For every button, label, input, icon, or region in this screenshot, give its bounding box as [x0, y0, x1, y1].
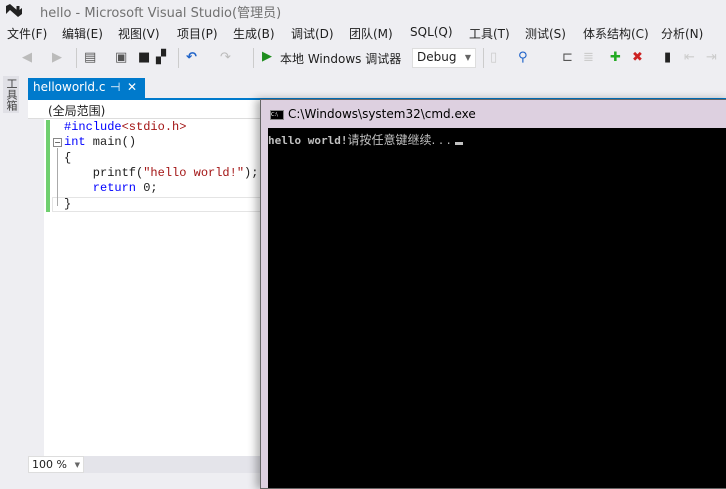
cmd-icon: C:\ — [270, 110, 284, 120]
code-line-1: #include<stdio.h> — [64, 120, 187, 134]
close-icon[interactable]: ✕ — [127, 80, 137, 94]
save-icon[interactable]: ■ — [138, 50, 150, 65]
change-indicator — [46, 120, 50, 212]
undo-icon[interactable]: ↶ — [186, 50, 197, 65]
menu-analyze[interactable]: 分析(N) — [661, 25, 703, 42]
device-icon[interactable]: ▯ — [490, 50, 497, 65]
menu-tools[interactable]: 工具(T) — [469, 25, 510, 42]
back-icon[interactable]: ◀ — [22, 50, 32, 65]
menu-build[interactable]: 生成(B) — [233, 25, 275, 42]
menu-file[interactable]: 文件(F) — [7, 25, 47, 42]
prev-bookmark-icon[interactable]: ⇤ — [684, 50, 695, 65]
menu-bar: 文件(F) 编辑(E) 视图(V) 项目(P) 生成(B) 调试(D) 团队(M… — [0, 22, 726, 44]
menu-test[interactable]: 测试(S) — [525, 25, 566, 42]
outline-line — [57, 148, 58, 206]
open-file-icon[interactable]: ▣ — [115, 50, 127, 65]
menu-architecture[interactable]: 体系结构(C) — [583, 25, 649, 42]
tab-label: helloworld.c — [33, 80, 106, 94]
code-line-5: return 0; — [64, 181, 158, 195]
collapse-icon[interactable]: − — [53, 138, 62, 147]
tab-helloworld-c[interactable]: helloworld.c ⊣ ✕ — [28, 78, 145, 99]
window-title: hello - Microsoft Visual Studio(管理员) — [40, 6, 282, 21]
configuration-dropdown[interactable]: Debug ▼ — [412, 48, 476, 68]
menu-view[interactable]: 视图(V) — [118, 25, 160, 42]
new-project-icon[interactable]: ▤ — [84, 50, 96, 65]
code-line-3: { — [64, 151, 72, 165]
pin-icon[interactable]: ⊣ — [110, 80, 120, 94]
toolbox-tab[interactable]: 工具箱 — [3, 76, 19, 113]
start-debug-icon[interactable]: ▶ — [262, 49, 272, 64]
editor-margin — [28, 119, 44, 456]
toolbar: ◀ ▶ ▤ ▣ ■ ▞ ↶ ↷ ▶ 本地 Windows 调试器 Debug ▼ … — [0, 45, 726, 71]
chevron-down-icon: ▼ — [464, 53, 471, 62]
console-output-area[interactable] — [268, 128, 726, 488]
menu-edit[interactable]: 编辑(E) — [62, 25, 103, 42]
redo-icon[interactable]: ↷ — [220, 50, 231, 65]
uncomment-icon[interactable]: ✖ — [632, 50, 643, 65]
text-cursor — [454, 142, 463, 145]
menu-team[interactable]: 团队(M) — [349, 25, 393, 42]
menu-debug[interactable]: 调试(D) — [291, 25, 334, 42]
code-line-6: } — [64, 197, 72, 211]
console-output: hello world!请按任意键继续. . . — [268, 131, 463, 148]
outdent-icon[interactable]: ≣ — [583, 50, 594, 65]
visual-studio-logo-icon — [6, 4, 22, 17]
cmd-window-title: C:\Windows\system32\cmd.exe — [288, 107, 476, 121]
bookmark-icon[interactable]: ▮ — [664, 50, 671, 65]
menu-sql[interactable]: SQL(Q) — [410, 25, 453, 39]
configuration-value: Debug — [417, 50, 457, 64]
run-debugger-button[interactable]: 本地 Windows 调试器 — [280, 50, 401, 67]
menu-project[interactable]: 项目(P) — [177, 25, 218, 42]
scope-dropdown[interactable]: (全局范围) — [28, 100, 268, 119]
find-icon[interactable]: ⚲ — [518, 50, 528, 65]
zoom-value: 100 % — [32, 458, 67, 471]
save-all-icon[interactable]: ▞ — [156, 50, 166, 65]
code-line-4: printf("hello world!"); — [64, 166, 259, 180]
title-bar: hello - Microsoft Visual Studio(管理员) — [0, 0, 726, 22]
forward-icon[interactable]: ▶ — [52, 50, 62, 65]
code-line-2: int main() — [64, 135, 137, 149]
zoom-dropdown[interactable]: 100 % ▼ — [28, 456, 84, 473]
current-line-highlight — [52, 197, 264, 212]
chevron-down-icon: ▼ — [74, 461, 80, 469]
comment-icon[interactable]: ✚ — [610, 50, 621, 65]
indent-icon[interactable]: ⊏ — [562, 50, 573, 65]
next-bookmark-icon[interactable]: ⇥ — [706, 50, 717, 65]
